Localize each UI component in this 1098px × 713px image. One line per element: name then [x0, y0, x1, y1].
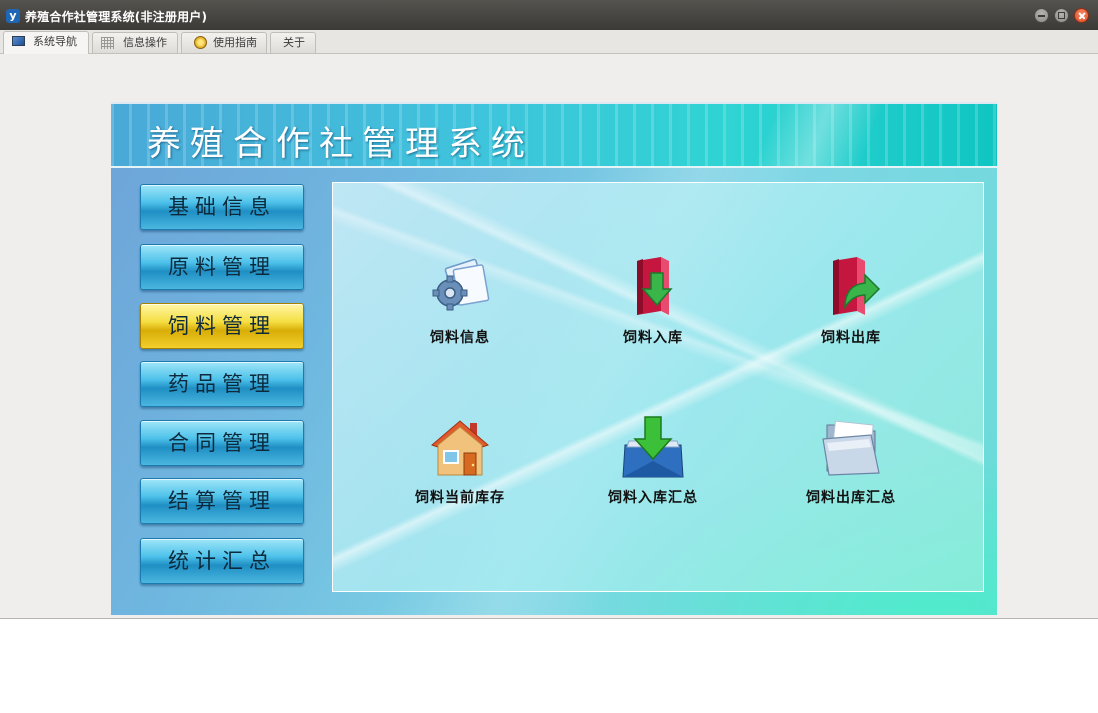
window-title: 养殖合作社管理系统(非注册用户)	[25, 10, 208, 24]
app-window: y 养殖合作社管理系统(非注册用户) 系统导航 信息操作 使用指南 关于 养殖合…	[0, 0, 1098, 619]
sidebar-item-settlement[interactable]: 结算管理	[140, 478, 304, 524]
sidebar-item-medicine[interactable]: 药品管理	[140, 361, 304, 407]
monitor-icon	[12, 36, 25, 46]
gear-document-icon	[432, 258, 490, 311]
tab-bar: 系统导航 信息操作 使用指南 关于	[0, 30, 1098, 54]
grid-icon	[101, 37, 114, 49]
function-label: 饲料出库	[821, 330, 881, 346]
sidebar-item-basic-info[interactable]: 基础信息	[140, 184, 304, 230]
function-label: 饲料入库汇总	[608, 490, 698, 506]
title-bar: y 养殖合作社管理系统(非注册用户)	[0, 0, 1098, 30]
main-panel: 养殖合作社管理系统 基础信息 原料管理 饲料管理 药品管理 合同管理 结算管理 …	[111, 102, 997, 615]
sidebar-item-feed[interactable]: 饲料管理	[140, 303, 304, 349]
tab-label: 系统导航	[33, 35, 77, 48]
tab-label: 使用指南	[213, 36, 257, 49]
tab-info-operation[interactable]: 信息操作	[92, 32, 178, 53]
feed-inbound-button[interactable]: 饲料入库	[578, 255, 728, 355]
header-glare	[671, 104, 997, 166]
app-logo-icon: y	[6, 9, 20, 23]
function-label: 饲料信息	[430, 330, 490, 346]
page-title: 养殖合作社管理系统	[147, 124, 534, 164]
house-icon	[431, 420, 489, 476]
tab-label: 信息操作	[123, 36, 167, 49]
close-button[interactable]	[1074, 8, 1089, 23]
header-banner: 养殖合作社管理系统	[111, 104, 997, 168]
minimize-button[interactable]	[1034, 8, 1049, 23]
sidebar-item-raw-material[interactable]: 原料管理	[140, 244, 304, 290]
feed-info-button[interactable]: 饲料信息	[385, 255, 535, 355]
tray-download-icon	[622, 416, 684, 478]
tab-label: 关于	[283, 36, 305, 49]
sidebar-item-statistics[interactable]: 统计汇总	[140, 538, 304, 584]
feed-outbound-summary-button[interactable]: 饲料出库汇总	[776, 415, 926, 515]
folder-icon	[822, 420, 880, 476]
tab-system-nav[interactable]: 系统导航	[3, 31, 89, 54]
function-area: 饲料信息 饲料入库 饲料出库 饲料当前库存 饲料入库汇总 饲料出库汇总	[332, 182, 984, 592]
function-label: 饲料当前库存	[415, 490, 505, 506]
function-label: 饲料出库汇总	[806, 490, 896, 506]
feed-current-stock-button[interactable]: 饲料当前库存	[385, 415, 535, 515]
feed-inbound-summary-button[interactable]: 饲料入库汇总	[578, 415, 728, 515]
function-label: 饲料入库	[623, 330, 683, 346]
book-arrow-out-icon	[833, 257, 881, 315]
tab-about[interactable]: 关于	[270, 32, 316, 53]
sidebar-item-contract[interactable]: 合同管理	[140, 420, 304, 466]
tab-user-guide[interactable]: 使用指南	[181, 32, 267, 53]
feed-outbound-button[interactable]: 饲料出库	[776, 255, 926, 355]
help-icon	[194, 36, 207, 49]
maximize-button[interactable]	[1054, 8, 1069, 23]
book-arrow-down-icon	[637, 257, 673, 315]
